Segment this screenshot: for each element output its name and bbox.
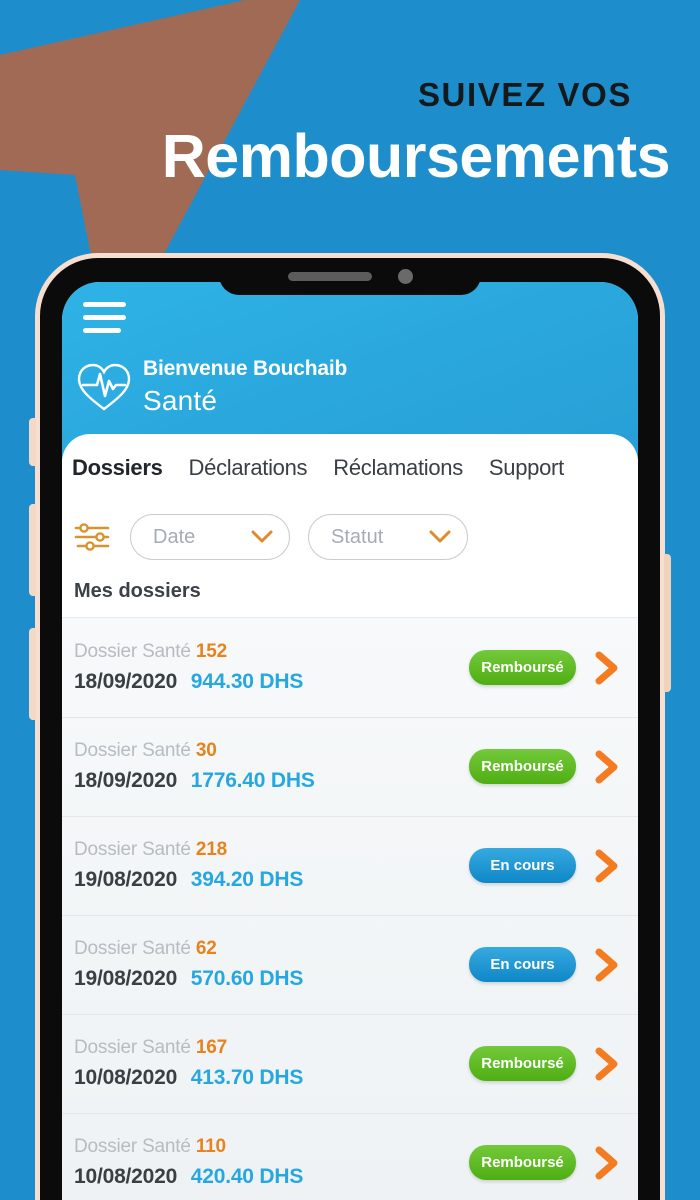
status-badge: Remboursé xyxy=(469,749,576,784)
dossier-number: 167 xyxy=(195,1037,227,1058)
dossier-number: 30 xyxy=(195,740,217,761)
dossier-date: 19/08/2020 xyxy=(74,967,178,990)
tab-reclamations[interactable]: Réclamations xyxy=(333,455,463,481)
sliders-filter-icon[interactable] xyxy=(74,520,112,554)
dossier-meta: 18/09/2020 1776.40 DHS xyxy=(74,769,469,793)
dossier-amount: 420.40 DHS xyxy=(190,1165,304,1188)
phone-mockup: Bienvenue Bouchaib Santé Dossiers Déclar… xyxy=(29,258,671,1200)
dossier-number: 218 xyxy=(195,839,227,860)
dossier-date: 18/09/2020 xyxy=(74,670,178,693)
welcome-message: Bienvenue Bouchaib xyxy=(143,357,348,380)
brand-name: Santé xyxy=(143,385,218,416)
table-row[interactable]: Dossier Santé 62 19/08/2020 570.60 DHS E… xyxy=(62,915,638,1014)
chevron-right-icon[interactable] xyxy=(594,849,620,883)
content-card: Dossiers Déclarations Réclamations Suppo… xyxy=(62,434,638,1200)
dossier-title-prefix: Dossier Santé xyxy=(74,839,191,860)
dossier-date: 10/08/2020 xyxy=(74,1165,178,1188)
table-row[interactable]: Dossier Santé 218 19/08/2020 394.20 DHS … xyxy=(62,816,638,915)
table-row[interactable]: Dossier Santé 167 10/08/2020 413.70 DHS … xyxy=(62,1014,638,1113)
dossier-amount: 394.20 DHS xyxy=(190,868,304,891)
tab-support[interactable]: Support xyxy=(489,455,564,481)
phone-notch xyxy=(219,258,481,295)
phone-volume-up-button[interactable] xyxy=(29,504,36,596)
phone-volume-down-button[interactable] xyxy=(29,628,36,720)
dossier-meta: 10/08/2020 413.70 DHS xyxy=(74,1066,469,1090)
dossier-date: 18/09/2020 xyxy=(74,769,178,792)
dossier-title: Dossier Santé 30 xyxy=(74,740,469,762)
tab-dossiers[interactable]: Dossiers xyxy=(72,455,163,481)
dossier-amount: 944.30 DHS xyxy=(190,670,304,693)
status-badge: Remboursé xyxy=(469,1145,576,1180)
dossier-list: Dossier Santé 152 18/09/2020 944.30 DHS … xyxy=(62,618,638,1200)
dossier-date: 10/08/2020 xyxy=(74,1066,178,1089)
dossier-meta: 18/09/2020 944.30 DHS xyxy=(74,670,469,694)
dossier-title-prefix: Dossier Santé xyxy=(74,641,191,662)
dossier-meta: 19/08/2020 394.20 DHS xyxy=(74,868,469,892)
dossier-amount: 413.70 DHS xyxy=(190,1066,304,1089)
dossier-title-prefix: Dossier Santé xyxy=(74,1136,191,1157)
dossier-title: Dossier Santé 110 xyxy=(74,1136,469,1158)
app-brand: Bienvenue Bouchaib Santé xyxy=(76,358,347,415)
earpiece-speaker-icon xyxy=(287,272,372,281)
promo-title: Remboursements xyxy=(161,122,671,190)
chevron-right-icon[interactable] xyxy=(594,1146,620,1180)
promo-screenshot: SUIVEZ VOS Remboursements Bienvenue Bouc… xyxy=(0,0,700,1200)
tab-bar: Dossiers Déclarations Réclamations Suppo… xyxy=(62,434,638,502)
hamburger-menu-icon[interactable] xyxy=(83,302,126,341)
chevron-right-icon[interactable] xyxy=(594,651,620,685)
dossier-meta: 10/08/2020 420.40 DHS xyxy=(74,1165,469,1189)
table-row[interactable]: Dossier Santé 152 18/09/2020 944.30 DHS … xyxy=(62,618,638,717)
section-title: Mes dossiers xyxy=(62,574,638,618)
dossier-title-prefix: Dossier Santé xyxy=(74,1037,191,1058)
chevron-right-icon[interactable] xyxy=(594,948,620,982)
filter-statut-dropdown[interactable]: Statut xyxy=(308,514,468,560)
chevron-down-icon xyxy=(429,530,451,543)
dossier-number: 110 xyxy=(195,1136,226,1157)
status-badge: En cours xyxy=(469,947,576,982)
promo-kicker: SUIVEZ VOS xyxy=(417,76,632,113)
table-row[interactable]: Dossier Santé 110 10/08/2020 420.40 DHS … xyxy=(62,1113,638,1200)
phone-screen: Bienvenue Bouchaib Santé Dossiers Déclar… xyxy=(62,282,638,1200)
tab-declarations[interactable]: Déclarations xyxy=(189,455,308,481)
dossier-meta: 19/08/2020 570.60 DHS xyxy=(74,967,469,991)
status-badge: En cours xyxy=(469,848,576,883)
dossier-number: 62 xyxy=(195,938,217,959)
dossier-title-prefix: Dossier Santé xyxy=(74,938,191,959)
filter-date-label: Date xyxy=(153,525,196,548)
filter-date-dropdown[interactable]: Date xyxy=(130,514,290,560)
dossier-number: 152 xyxy=(195,641,227,662)
dossier-title: Dossier Santé 62 xyxy=(74,938,469,960)
filter-bar: Date Statut xyxy=(62,502,638,574)
phone-mute-switch[interactable] xyxy=(29,418,36,466)
filter-statut-label: Statut xyxy=(331,525,384,548)
phone-power-button[interactable] xyxy=(664,554,671,692)
chevron-right-icon[interactable] xyxy=(594,1047,620,1081)
heart-pulse-icon xyxy=(77,363,131,411)
chevron-right-icon[interactable] xyxy=(594,750,620,784)
chevron-down-icon xyxy=(251,530,273,543)
promo-headline: SUIVEZ VOS Remboursements xyxy=(32,78,672,187)
dossier-amount: 570.60 DHS xyxy=(190,967,304,990)
status-badge: Remboursé xyxy=(469,1046,576,1081)
dossier-amount: 1776.40 DHS xyxy=(190,769,315,792)
dossier-title: Dossier Santé 152 xyxy=(74,641,469,663)
table-row[interactable]: Dossier Santé 30 18/09/2020 1776.40 DHS … xyxy=(62,717,638,816)
dossier-title-prefix: Dossier Santé xyxy=(74,740,191,761)
dossier-title: Dossier Santé 167 xyxy=(74,1037,469,1059)
status-badge: Remboursé xyxy=(469,650,576,685)
front-camera-icon xyxy=(397,269,413,284)
dossier-title: Dossier Santé 218 xyxy=(74,839,469,861)
dossier-date: 19/08/2020 xyxy=(74,868,178,891)
